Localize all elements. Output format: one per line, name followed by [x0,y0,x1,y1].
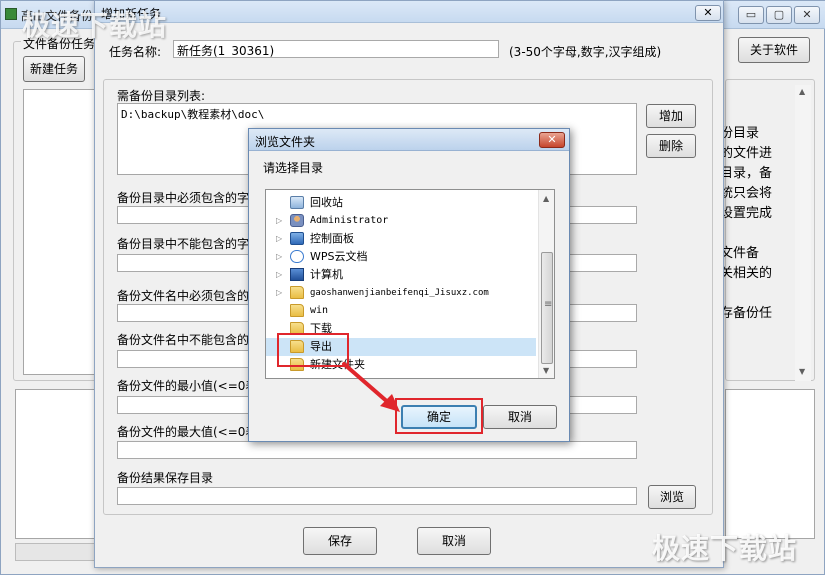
info-line: 关相关的 [720,266,773,281]
max-size-label: 备份文件的最大值(<=0表 [117,425,258,439]
max-size-input[interactable] [117,441,637,459]
scroll-up-icon[interactable]: ▲ [543,194,549,203]
log-area [15,389,99,539]
browse-dialog-titlebar: 浏览文件夹 ✕ [249,129,569,151]
task-dialog-titlebar: 增加新任务 ✕ [95,1,723,23]
watermark-bottom: 极速下载站 [652,532,798,565]
dir-list-entry[interactable]: D:\backup\教程素材\doc\ [121,106,264,122]
result-dir-input[interactable] [117,487,637,505]
task-list[interactable] [23,89,97,375]
tree-item-gaoshan-folder[interactable]: ▷ gaoshanwenjianbeifenqi_Jisuxz.com [266,284,536,302]
folder-icon [290,304,304,317]
tree-item-control-panel[interactable]: ▷ 控制面板 [266,230,536,248]
scroll-thumb[interactable]: ≡ [541,252,553,364]
minimize-icon[interactable]: ▭ [738,6,764,24]
browse-dialog-title: 浏览文件夹 [255,135,316,149]
browse-button[interactable]: 浏览 [648,485,696,509]
right-log-area [725,389,815,539]
save-button[interactable]: 保存 [303,527,377,555]
browse-cancel-button[interactable]: 取消 [483,405,557,429]
add-button[interactable]: 增加 [646,104,696,128]
annotation-arrow-icon [342,362,400,412]
expand-arrow-icon[interactable]: ▷ [276,212,282,230]
watermark-top: 极速下载站 [22,9,168,42]
scroll-down-icon[interactable]: ▼ [543,366,549,375]
min-size-label: 备份文件的最小值(<=0表 [117,379,258,393]
close-icon[interactable]: ✕ [539,132,565,148]
dir-list-label: 需备份目录列表: [117,89,206,103]
delete-button[interactable]: 删除 [646,134,696,158]
user-folder-icon [290,214,304,227]
status-bar [15,543,99,561]
computer-icon [290,268,304,281]
browse-prompt: 请选择目录 [263,161,324,175]
tree-item-win[interactable]: win [266,302,536,320]
expand-arrow-icon[interactable]: ▷ [276,266,282,284]
tree-item-administrator[interactable]: ▷ Administrator [266,212,536,230]
close-icon[interactable]: ✕ [794,6,820,24]
tree-item-label: WPS云文档 [310,250,368,263]
cancel-button[interactable]: 取消 [417,527,491,555]
close-icon[interactable]: ✕ [695,5,721,21]
about-button[interactable]: 关于软件 [738,37,810,63]
task-name-hint: (3-50个字母,数字,汉字组成) [509,45,662,59]
info-line: 统只会将 [720,186,773,201]
expand-arrow-icon[interactable]: ▷ [276,284,282,302]
recycle-bin-icon [290,196,304,209]
result-dir-label: 备份结果保存目录 [117,471,214,485]
info-line: 设置完成 [720,206,773,221]
new-task-button[interactable]: 新建任务 [23,56,85,82]
tree-item-recycle-bin[interactable]: 回收站 [266,194,536,212]
tree-item-label: win [310,305,329,316]
info-scrollbar[interactable]: ▲ ▼ [795,85,811,381]
info-line: 存备份任 [720,306,773,321]
info-line: 文件备 [720,246,760,261]
tree-scrollbar[interactable]: ▲ ≡ ▼ [538,190,554,378]
cloud-icon [290,250,304,263]
must-include-file-label: 备份文件名中必须包含的 [117,289,250,303]
tree-item-label: 回收站 [310,196,343,209]
exclude-file-label: 备份文件名中不能包含的 [117,333,250,347]
tree-item-wps-cloud[interactable]: ▷ WPS云文档 [266,248,536,266]
folder-icon [290,286,304,299]
control-panel-icon [290,232,304,245]
annotation-highlight-export [277,333,349,367]
must-include-dir-label: 备份目录中必须包含的字 [117,191,250,205]
tree-item-label: 计算机 [310,268,343,281]
info-line: 目录，备 [720,166,773,181]
scroll-down-icon[interactable]: ▼ [799,367,805,376]
app-icon [5,8,17,20]
task-name-input[interactable]: 新任务(1_30361) [173,40,499,58]
task-name-label: 任务名称: [109,45,162,59]
expand-arrow-icon[interactable]: ▷ [276,230,282,248]
info-line: 的文件进 [720,146,773,161]
exclude-dir-label: 备份目录中不能包含的字 [117,237,250,251]
info-line: 份目录 [720,126,760,141]
expand-arrow-icon[interactable]: ▷ [276,248,282,266]
tree-item-computer[interactable]: ▷ 计算机 [266,266,536,284]
tree-item-label: 控制面板 [310,232,354,245]
maximize-icon[interactable]: ▢ [766,6,792,24]
scroll-grip-icon: ≡ [544,299,553,310]
scroll-up-icon[interactable]: ▲ [799,87,805,96]
tree-item-label: gaoshanwenjianbeifenqi_Jisuxz.com [310,288,489,298]
tree-item-label: Administrator [310,215,389,226]
